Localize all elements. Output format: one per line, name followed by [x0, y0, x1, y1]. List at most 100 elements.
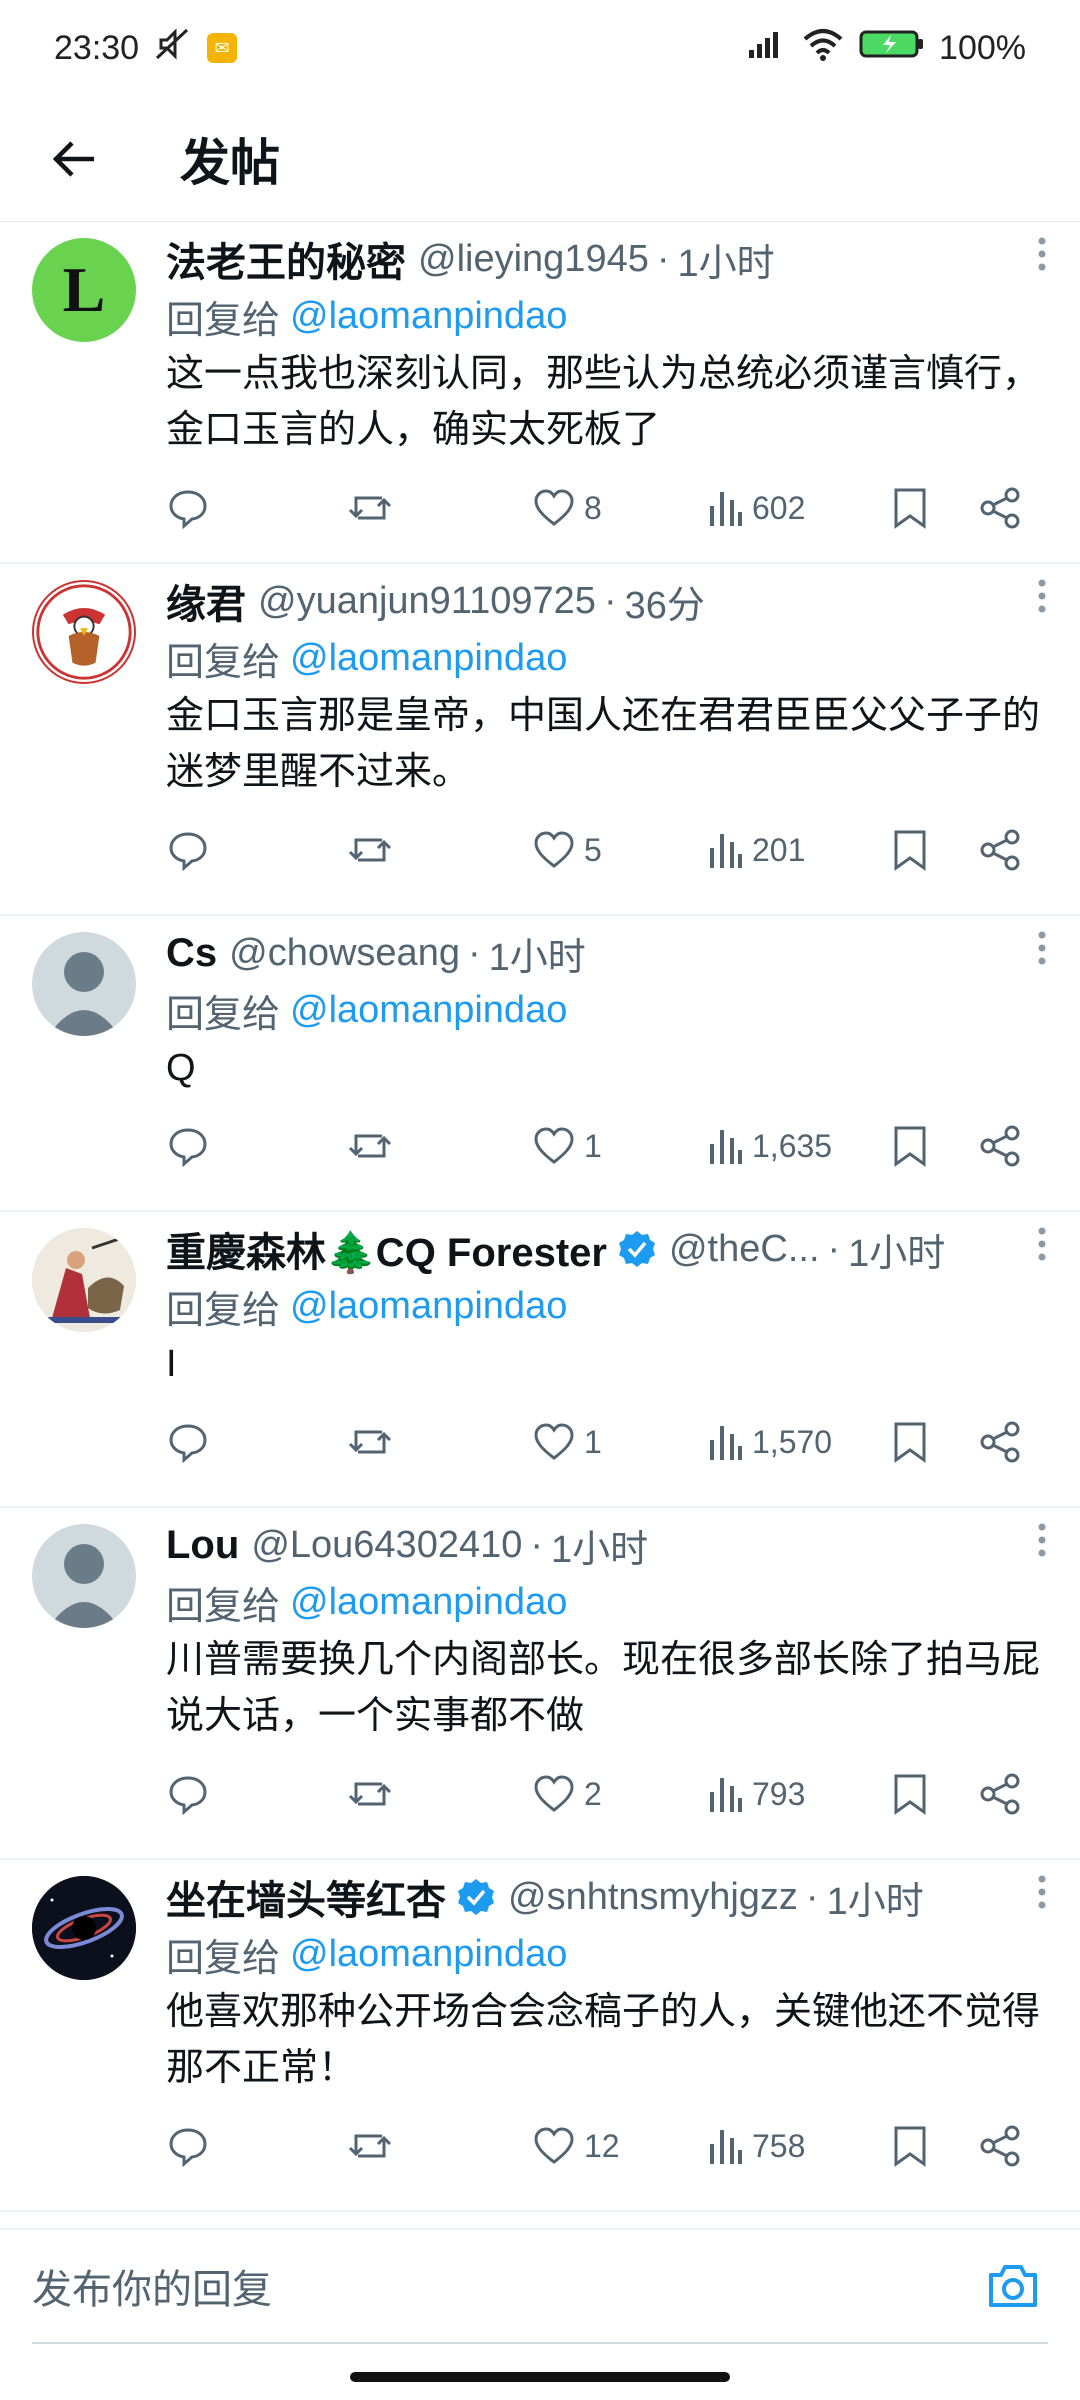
share-button[interactable] [978, 1124, 1022, 1168]
share-button[interactable] [978, 2124, 1022, 2168]
comment-icon [169, 1424, 207, 1464]
views-button[interactable]: 793 [708, 1774, 805, 1814]
repost-button[interactable] [346, 486, 394, 530]
views-button[interactable]: 1,635 [708, 1126, 832, 1166]
reply-context: 回复给 @laomanpindao [166, 982, 1048, 1038]
camera-button[interactable] [978, 2251, 1048, 2321]
avatar[interactable] [32, 932, 136, 1036]
reply-button[interactable] [166, 486, 210, 530]
more-options-button[interactable] [1022, 1220, 1062, 1268]
reply-to-link[interactable]: @laomanpindao [290, 1581, 567, 1624]
back-button[interactable] [34, 119, 114, 199]
share-button[interactable] [978, 1420, 1022, 1464]
avatar[interactable] [32, 1876, 136, 1980]
more-options-button[interactable] [1022, 1868, 1062, 1916]
battery-icon [859, 28, 925, 69]
bookmark-button[interactable] [892, 486, 928, 530]
reply-button[interactable] [166, 828, 210, 872]
avatar[interactable] [32, 1228, 136, 1332]
reply-button[interactable] [166, 2124, 210, 2168]
like-button[interactable]: 12 [532, 2126, 620, 2166]
repost-button[interactable] [346, 828, 394, 872]
user-handle[interactable]: @Lou64302410 [251, 1524, 522, 1567]
more-vertical-icon [1038, 1227, 1046, 1261]
reply-to-link[interactable]: @laomanpindao [290, 989, 567, 1032]
reply-to-link[interactable]: @laomanpindao [290, 1285, 567, 1328]
bookmark-icon [894, 1422, 926, 1463]
user-handle[interactable]: @theC... [669, 1228, 820, 1271]
post-time: 36分 [624, 584, 705, 627]
reply-post[interactable]: Cs @chowseang · 1小时 回复给 @laomanpindao Q … [0, 916, 1080, 1212]
repost-button[interactable] [346, 1124, 394, 1168]
heart-icon [534, 1775, 574, 1812]
views-button[interactable]: 758 [708, 2126, 805, 2166]
views-button[interactable]: 1,570 [708, 1422, 832, 1462]
reply-input-placeholder: 发布你的回复 [32, 2268, 272, 2312]
more-options-button[interactable] [1022, 924, 1062, 972]
reply-post[interactable]: 重慶森林🌲CQ Forester @theC... · 1小时 回复给 @lao… [0, 1212, 1080, 1508]
action-bar: 5 201 [166, 820, 1048, 880]
avatar[interactable] [32, 1524, 136, 1628]
user-handle[interactable]: @lieying1945 [418, 238, 649, 281]
avatar[interactable]: L [32, 238, 136, 342]
repost-button[interactable] [346, 1420, 394, 1464]
like-button[interactable]: 8 [532, 488, 602, 528]
bookmark-button[interactable] [892, 1124, 928, 1168]
bookmark-button[interactable] [892, 2124, 928, 2168]
like-count: 12 [584, 2127, 620, 2164]
more-options-button[interactable] [1022, 572, 1062, 620]
reply-to-link[interactable]: @laomanpindao [290, 1933, 567, 1976]
views-button[interactable]: 602 [708, 488, 805, 528]
like-button[interactable]: 1 [532, 1126, 602, 1166]
like-count: 1 [584, 1423, 602, 1460]
bookmark-button[interactable] [892, 1420, 928, 1464]
page-title: 发帖 [180, 134, 280, 191]
user-handle[interactable]: @chowseang [229, 932, 460, 975]
avatar-image [36, 584, 132, 680]
avatar-image [32, 1228, 136, 1332]
bookmark-button[interactable] [892, 828, 928, 872]
user-handle[interactable]: @snhtnsmyhjgzz [508, 1876, 798, 1919]
share-icon [980, 829, 1020, 871]
display-name[interactable]: 坐在墙头等红杏 [166, 1868, 446, 1926]
reply-to-link[interactable]: @laomanpindao [290, 295, 567, 338]
analytics-icon [710, 492, 742, 526]
reply-post[interactable]: 缘君 @yuanjun91109725 · 36分 回复给 @laomanpin… [0, 564, 1080, 916]
user-handle[interactable]: @yuanjun91109725 [258, 580, 596, 623]
more-vertical-icon [1038, 931, 1046, 965]
share-button[interactable] [978, 828, 1022, 872]
bookmark-button[interactable] [892, 1772, 928, 1816]
display-name[interactable]: 法老王的秘密 [166, 230, 406, 288]
display-name[interactable]: Lou [166, 1523, 239, 1568]
more-options-button[interactable] [1022, 230, 1062, 278]
like-button[interactable]: 1 [532, 1422, 602, 1462]
share-button[interactable] [978, 486, 1022, 530]
heart-icon [534, 1127, 574, 1164]
post-header: 缘君 @yuanjun91109725 · 36分 [166, 574, 1048, 628]
like-button[interactable]: 2 [532, 1774, 602, 1814]
reply-post[interactable]: 坐在墙头等红杏 @snhtnsmyhjgzz · 1小时 回复给 @laoman… [0, 1860, 1080, 2212]
more-vertical-icon [1038, 579, 1046, 613]
views-button[interactable]: 201 [708, 830, 805, 870]
home-indicator[interactable] [350, 2372, 730, 2382]
share-button[interactable] [978, 1772, 1022, 1816]
post-time: 1小时 [848, 1232, 946, 1275]
reply-button[interactable] [166, 1772, 210, 1816]
reply-button[interactable] [166, 1420, 210, 1464]
like-button[interactable]: 5 [532, 830, 602, 870]
display-name[interactable]: 重慶森林🌲CQ Forester [166, 1220, 607, 1278]
reply-input[interactable]: 发布你的回复 [32, 2230, 1048, 2344]
view-count: 1,570 [752, 1423, 833, 1460]
reply-post[interactable]: Lou @Lou64302410 · 1小时 回复给 @laomanpindao… [0, 1508, 1080, 1860]
repost-button[interactable] [346, 2124, 394, 2168]
display-name[interactable]: Cs [166, 931, 217, 976]
display-name[interactable]: 缘君 [166, 572, 246, 630]
reply-post[interactable]: L 法老王的秘密 @lieying1945 · 1小时 回复给 @laomanp… [0, 222, 1080, 564]
more-options-button[interactable] [1022, 1516, 1062, 1564]
like-count: 1 [584, 1127, 602, 1164]
reply-button[interactable] [166, 1124, 210, 1168]
post-header: 重慶森林🌲CQ Forester @theC... · 1小时 [166, 1222, 1048, 1276]
repost-button[interactable] [346, 1772, 394, 1816]
reply-to-link[interactable]: @laomanpindao [290, 637, 567, 680]
avatar[interactable] [32, 580, 136, 684]
